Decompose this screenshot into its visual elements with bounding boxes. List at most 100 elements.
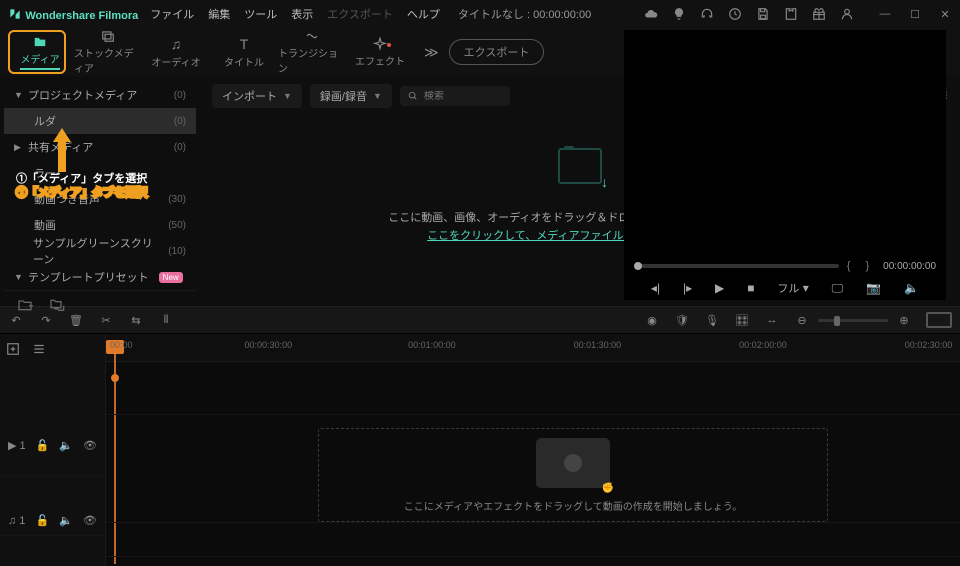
time-ruler[interactable]: 00:00 00:00:30:00 00:01:00:00 00:01:30:0… (106, 334, 960, 362)
zoom-out-button[interactable]: ⊖ (794, 314, 810, 327)
sidebar-item-project[interactable]: ▼プロジェクトメディア(0) (4, 82, 196, 108)
marker-button[interactable]: 🛡 (674, 314, 690, 327)
import-button[interactable]: インポート▼ (212, 84, 302, 108)
audio-mixer-button[interactable]: 🎛 (734, 314, 750, 327)
user-icon[interactable] (840, 7, 854, 21)
tabs-more[interactable]: ≫ (424, 44, 439, 61)
mute-icon[interactable]: 🔈 (59, 514, 73, 527)
badge-icon[interactable] (784, 7, 798, 21)
next-frame-button[interactable]: |▸ (683, 281, 692, 295)
lock-icon[interactable]: 🔓 (35, 514, 49, 527)
visibility-icon[interactable]: 👁 (83, 439, 97, 452)
track-menu-button[interactable] (32, 342, 46, 356)
delete-button[interactable]: 🗑 (68, 314, 84, 327)
tab-stock[interactable]: ストックメディア (74, 30, 142, 74)
save-icon[interactable] (756, 7, 770, 21)
tab-title[interactable]: T タイトル (210, 30, 278, 74)
menu-help[interactable]: ヘルプ (407, 6, 440, 22)
add-track-button[interactable] (6, 342, 20, 356)
sidebar-item-folder[interactable]: ルダ(0) (4, 108, 196, 134)
adjust-button[interactable]: ⇆ (128, 314, 144, 327)
sidebar-item-template[interactable]: ▼テンプレートプリセットNew (4, 264, 196, 290)
timeline-drop-zone[interactable]: ✊ ここにメディアやエフェクトをドラッグして動画の作成を開始しましょう。 (318, 428, 828, 522)
close-icon[interactable]: ✕ (938, 7, 952, 21)
play-button[interactable]: ▶ (715, 281, 724, 295)
app-logo: Wondershare Filmora (8, 7, 138, 22)
stock-icon (100, 29, 116, 43)
folder-drop-icon: ↓ (558, 148, 602, 184)
maximize-icon[interactable]: ☐ (908, 7, 922, 21)
sidebar-item-color[interactable]: ラー (4, 160, 196, 186)
placeholder-thumb: ✊ (536, 438, 610, 488)
playhead-marker (111, 374, 119, 382)
timeline: ▶ 1 🔓 🔈 👁 ♫ 1 🔓 🔈 👁 00:00 00:00:30:00 00… (0, 334, 960, 566)
cut-button[interactable]: ✂ (98, 314, 114, 327)
folder-icon (32, 35, 48, 49)
tab-transition[interactable]: トランジション (278, 30, 346, 74)
player-controls: { } 00:00:00:00 ◂| |▸ ▶ ■ フル ▾ 🖵 📷 🔈 (624, 254, 946, 300)
audio-track-label: ♫ 1 (8, 515, 25, 527)
clock-icon[interactable] (728, 7, 742, 21)
mark-in-out[interactable]: { } (847, 260, 875, 272)
eye-toggle[interactable]: ◉ (644, 314, 660, 327)
text-icon: T (240, 36, 249, 52)
transition-icon (304, 29, 320, 43)
menu-view[interactable]: 表示 (291, 6, 313, 22)
cloud-icon[interactable] (644, 7, 658, 21)
zoom-slider[interactable] (818, 319, 888, 322)
tab-media[interactable]: メディア (6, 30, 74, 74)
titlebar: Wondershare Filmora ファイル 編集 ツール 表示 エクスポー… (0, 0, 960, 28)
tick: 00:02:00:00 (739, 340, 787, 350)
display-icon[interactable]: 🖵 (832, 281, 844, 296)
menu-tool[interactable]: ツール (244, 6, 277, 22)
menu-edit[interactable]: 編集 (208, 6, 230, 22)
minimize-icon[interactable]: — (878, 7, 892, 21)
headset-icon[interactable] (700, 7, 714, 21)
timeline-body[interactable]: 00:00 00:00:30:00 00:01:00:00 00:01:30:0… (106, 334, 960, 566)
volume-button[interactable]: 🔈 (904, 281, 919, 295)
playhead-line (114, 354, 116, 564)
video-track-header[interactable]: ▶ 1 🔓 🔈 👁 (0, 416, 105, 476)
gift-icon[interactable] (812, 7, 826, 21)
fullscreen-toggle[interactable]: フル ▾ (777, 280, 808, 296)
sidebar-item-sound[interactable]: 動画つき音声(30) (4, 186, 196, 212)
search-field[interactable] (424, 91, 502, 102)
tab-audio[interactable]: ♫ オーディオ (142, 30, 210, 74)
prev-frame-button[interactable]: ◂| (651, 281, 660, 295)
audio-track-header[interactable]: ♫ 1 🔓 🔈 👁 (0, 506, 105, 536)
main-menu: ファイル 編集 ツール 表示 エクスポート ヘルプ (150, 6, 440, 22)
nest-folder-icon[interactable] (48, 297, 64, 313)
visibility-icon[interactable]: 👁 (83, 514, 97, 527)
track-headers: ▶ 1 🔓 🔈 👁 ♫ 1 🔓 🔈 👁 (0, 334, 106, 566)
project-title: タイトルなし : 00:00:00:00 (458, 6, 591, 22)
duration-button[interactable]: ↔ (764, 314, 780, 326)
music-icon: ♫ (171, 36, 182, 52)
bulb-icon[interactable] (672, 7, 686, 21)
sidebar-item-greenscreen[interactable]: サンプルグリーンスクリーン(10) (4, 238, 196, 264)
record-button[interactable]: 録画/録音▼ (310, 84, 392, 108)
search-input[interactable] (400, 86, 510, 106)
tick: 00:02:30:00 (905, 340, 953, 350)
snapshot-button[interactable]: 📷 (866, 281, 881, 295)
sidebar-item-shared[interactable]: ▶共有メディア(0) (4, 134, 196, 160)
menu-file[interactable]: ファイル (150, 6, 194, 22)
effect-icon (372, 37, 388, 51)
menu-export[interactable]: エクスポート (327, 6, 393, 22)
video-track-label: ▶ 1 (8, 439, 26, 452)
tab-effect[interactable]: エフェクト (346, 30, 414, 74)
zoom-in-button[interactable]: ⊕ (896, 314, 912, 327)
voice-button[interactable]: 🎙 (704, 314, 720, 327)
new-badge: New (159, 272, 183, 283)
tick: 00:01:30:00 (574, 340, 622, 350)
search-icon (408, 90, 418, 102)
equalizer-button[interactable]: ⦀ (158, 314, 174, 327)
add-folder-icon[interactable] (16, 297, 32, 313)
export-button[interactable]: エクスポート (449, 39, 545, 65)
mute-icon[interactable]: 🔈 (59, 439, 73, 452)
fit-timeline-button[interactable] (926, 312, 952, 328)
playhead-slider[interactable] (634, 264, 839, 268)
undo-button[interactable]: ↶ (8, 314, 24, 327)
stop-button[interactable]: ■ (747, 281, 754, 295)
lock-icon[interactable]: 🔓 (36, 439, 50, 452)
redo-button[interactable]: ↷ (38, 314, 54, 327)
